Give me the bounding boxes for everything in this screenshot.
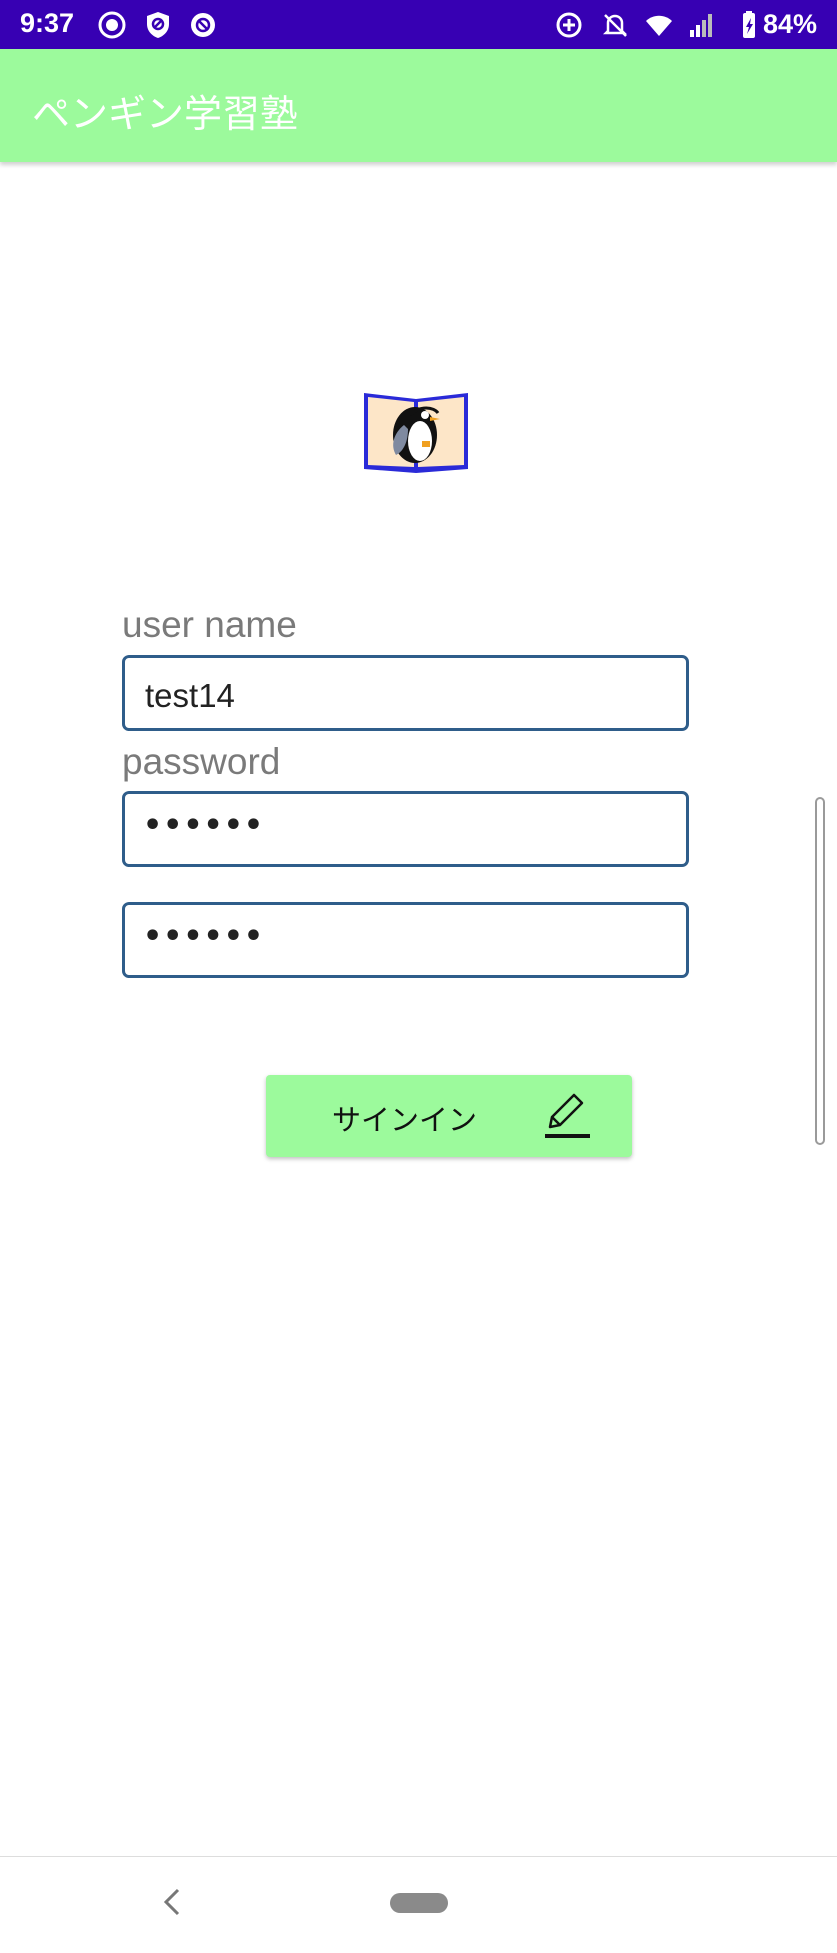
battery-icon xyxy=(743,11,755,38)
password-confirm-field[interactable]: •••••• xyxy=(122,902,689,978)
app-title: ペンギン学習塾 xyxy=(32,92,299,136)
signal-icon xyxy=(690,14,712,37)
username-value: test14 xyxy=(145,677,235,714)
app-notification-icon xyxy=(191,13,215,37)
battery-percent: 84% xyxy=(763,9,818,39)
password-confirm-value: •••••• xyxy=(143,919,265,954)
status-time: 9:37 xyxy=(20,8,75,38)
password-label: password xyxy=(122,741,281,782)
signin-label: サインイン xyxy=(332,1103,478,1137)
password-value: •••••• xyxy=(143,808,265,843)
signin-button[interactable]: サインイン xyxy=(266,1075,632,1157)
back-icon[interactable] xyxy=(158,1886,190,1918)
penguin-book-icon xyxy=(364,393,468,473)
data-saver-icon xyxy=(556,12,582,38)
username-label: user name xyxy=(122,604,297,645)
app-bar: ペンギン学習塾 xyxy=(0,49,837,162)
password-field[interactable]: •••••• xyxy=(122,791,689,867)
wifi-icon xyxy=(646,15,672,36)
username-field[interactable]: test14 xyxy=(122,655,689,731)
mute-icon xyxy=(602,14,628,37)
shield-icon xyxy=(147,12,169,38)
home-pill[interactable] xyxy=(390,1893,448,1913)
app-notification-icon xyxy=(98,11,126,39)
nav-divider xyxy=(0,1856,837,1857)
scrollbar[interactable] xyxy=(815,797,825,1145)
status-bar: 9:37 84% xyxy=(0,0,837,49)
edit-icon xyxy=(545,1093,590,1138)
